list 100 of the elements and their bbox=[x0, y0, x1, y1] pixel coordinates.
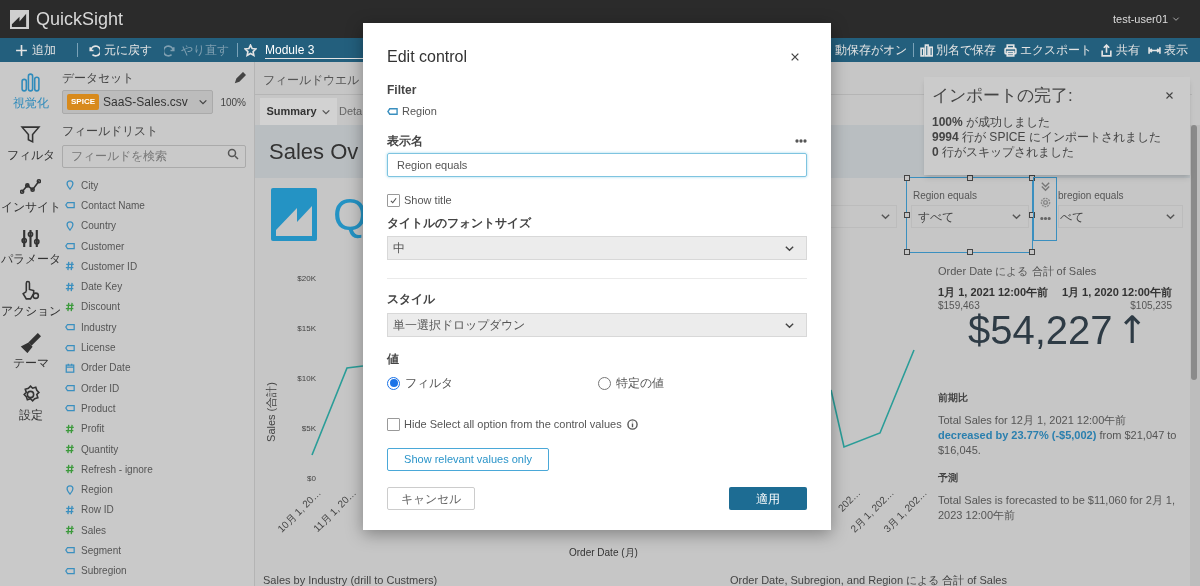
field-item[interactable]: Order Date bbox=[62, 357, 246, 378]
field-item[interactable]: Date Key bbox=[62, 276, 246, 297]
gear-icon bbox=[20, 384, 41, 405]
chevron-icon bbox=[880, 211, 891, 222]
field-item[interactable]: Segment bbox=[62, 540, 246, 561]
tag-icon bbox=[65, 403, 75, 414]
nav-item[interactable]: パラメータ bbox=[0, 228, 61, 266]
nav-item[interactable]: アクション bbox=[0, 280, 61, 318]
field-item[interactable]: Industry bbox=[62, 317, 246, 338]
field-item[interactable]: Product bbox=[62, 398, 246, 419]
star-icon[interactable] bbox=[244, 43, 257, 57]
chevron-icon bbox=[1165, 211, 1176, 222]
field-item[interactable]: Country bbox=[62, 215, 246, 236]
chevron-icon bbox=[198, 97, 209, 107]
checkbox[interactable] bbox=[387, 417, 400, 431]
hash-icon bbox=[65, 464, 75, 475]
field-item[interactable]: Customer bbox=[62, 235, 246, 257]
close-icon[interactable] bbox=[790, 52, 800, 62]
toolbar-button[interactable]: 元に戻す bbox=[87, 41, 152, 59]
sheet-tab[interactable]: Deta bbox=[339, 98, 363, 125]
axis-title: Sales (合計) bbox=[263, 382, 278, 442]
toolbar-button[interactable]: 動保存がオン bbox=[835, 41, 907, 59]
field-item[interactable]: Contact Name bbox=[62, 195, 246, 216]
field-item[interactable]: Customer ID bbox=[62, 256, 246, 277]
apply-button[interactable]: 適用 bbox=[729, 487, 807, 510]
text-field[interactable]: Region equals bbox=[387, 153, 807, 177]
dropdown[interactable]: 中 bbox=[387, 236, 807, 260]
visual-title: Sales by Industry (drill to Custmers) bbox=[263, 573, 438, 586]
axis-tick-label: $5K bbox=[301, 424, 316, 434]
notification-text: 0 行がスキップされました bbox=[932, 144, 1076, 160]
toolbar-button[interactable]: 共有 bbox=[1100, 41, 1140, 59]
selection-frame[interactable] bbox=[906, 177, 1033, 253]
field-label: 値 bbox=[387, 352, 400, 367]
radio-option[interactable]: 特定の値 bbox=[598, 376, 664, 390]
hash-icon bbox=[65, 261, 75, 272]
double-chevron-icon[interactable] bbox=[1039, 181, 1051, 192]
field-item[interactable]: License bbox=[62, 337, 246, 358]
pin-icon bbox=[65, 180, 75, 191]
field-label: スタイル bbox=[387, 292, 436, 307]
toolbar-button[interactable]: 別名で保存 bbox=[920, 41, 996, 59]
axis-title: Order Date (月) bbox=[569, 546, 638, 560]
check-icon bbox=[389, 195, 398, 205]
kpi-date: 1月 1, 2020 12:00午前 bbox=[1061, 285, 1172, 300]
hash-icon bbox=[65, 525, 75, 536]
toolbar-button[interactable]: 表示 bbox=[1148, 41, 1188, 59]
tag-icon bbox=[387, 105, 398, 117]
dropdown[interactable]: べて bbox=[1058, 205, 1183, 228]
tag-icon bbox=[65, 342, 75, 353]
field-item[interactable]: Region bbox=[62, 479, 246, 500]
scrollbar[interactable] bbox=[1191, 125, 1197, 380]
dataset-dropdown[interactable]: SPICE SaaS-Sales.csv bbox=[62, 90, 214, 114]
nav-item[interactable]: 設定 bbox=[0, 384, 61, 422]
undo-icon bbox=[87, 43, 100, 57]
control-title: Region equals bbox=[913, 189, 977, 203]
checkbox-option[interactable]: Hide Select all option from the control values bbox=[387, 417, 807, 431]
edit-icon[interactable] bbox=[234, 72, 246, 84]
chevron-icon bbox=[1011, 211, 1022, 222]
logo-icon bbox=[10, 9, 29, 29]
search-icon[interactable] bbox=[227, 148, 239, 160]
field-item[interactable]: Subregion bbox=[62, 560, 246, 581]
field-item[interactable]: Profit bbox=[62, 418, 246, 439]
checkbox-option[interactable]: Show title bbox=[387, 193, 807, 207]
nav-item[interactable]: テーマ bbox=[0, 332, 61, 370]
info-icon[interactable] bbox=[626, 418, 638, 430]
field-item[interactable]: Quantity bbox=[62, 438, 246, 460]
search-field[interactable]: フィールドを検索 bbox=[62, 144, 246, 168]
checkbox[interactable] bbox=[387, 193, 400, 207]
insight-title: 前期比 bbox=[938, 391, 968, 405]
share-icon bbox=[1100, 43, 1113, 57]
field-item[interactable]: Refresh - ignore bbox=[62, 459, 246, 480]
dataset-name: SaaS-Sales.csv bbox=[103, 94, 189, 111]
brush-icon bbox=[20, 332, 41, 353]
dropdown[interactable]: すべて bbox=[911, 205, 1029, 228]
field-item[interactable]: Order ID bbox=[62, 377, 246, 399]
section-title: データセット bbox=[62, 70, 134, 87]
toolbar-button[interactable]: 追加 bbox=[15, 41, 56, 59]
visual-title: Order Date, Subregion, and Region による 合計 of Sales bbox=[730, 573, 1007, 586]
nav-item[interactable]: フィルタ bbox=[0, 124, 61, 162]
insight-title: 予測 bbox=[938, 471, 958, 485]
field-item[interactable]: City bbox=[62, 175, 246, 196]
radio-option[interactable]: フィルタ bbox=[387, 376, 598, 390]
field-item[interactable]: Sales bbox=[62, 520, 246, 541]
dropdown[interactable]: 単一選択ドロップダウン bbox=[387, 313, 807, 337]
hash-icon bbox=[65, 504, 75, 515]
user-menu[interactable]: test-user01 bbox=[1112, 10, 1180, 28]
relevant-values-button[interactable]: Show relevant values only bbox=[387, 448, 549, 471]
nav-item[interactable]: インサイト bbox=[0, 176, 61, 214]
pointer-gear-icon bbox=[20, 280, 41, 301]
insight-text: Total Sales is forecasted to be $11,060 for 2月 1, 2023 12:00午前 bbox=[938, 493, 1177, 523]
sheet-tab[interactable]: Summary bbox=[260, 98, 337, 125]
toolbar-button[interactable]: エクスポート bbox=[1004, 41, 1092, 59]
close-icon[interactable] bbox=[1165, 91, 1174, 101]
tag-icon bbox=[65, 565, 75, 576]
field-item[interactable]: Row ID bbox=[62, 499, 246, 521]
field-label: Filter bbox=[387, 83, 418, 98]
cancel-button[interactable]: キャンセル bbox=[387, 487, 475, 510]
section-title: フィールドリスト bbox=[62, 123, 159, 140]
hash-icon bbox=[65, 281, 75, 292]
source-badge: SPICE bbox=[67, 94, 99, 110]
field-item[interactable]: Discount bbox=[62, 296, 246, 318]
